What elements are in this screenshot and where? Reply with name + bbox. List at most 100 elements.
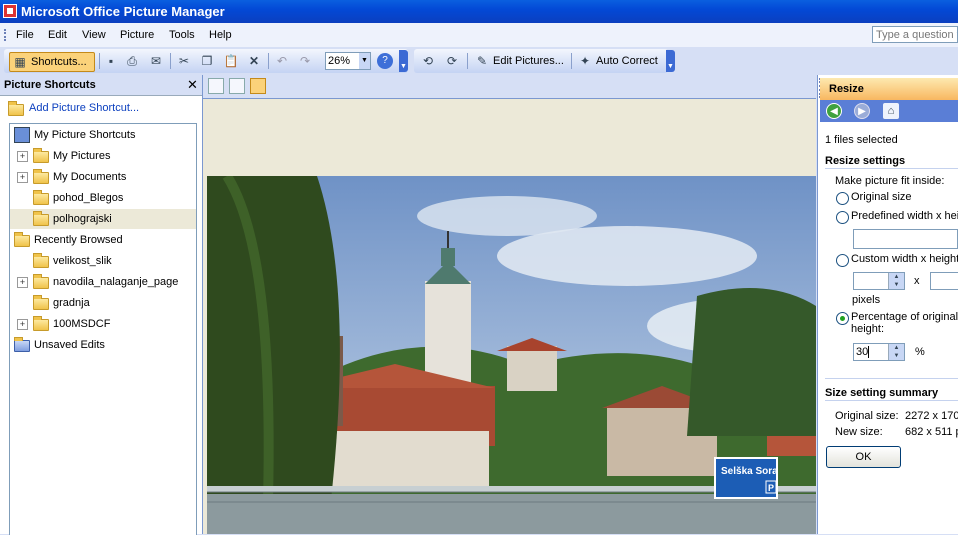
rotate-left-icon[interactable]: ⟲ xyxy=(420,53,436,69)
copy-icon[interactable]: ❐ xyxy=(199,53,215,69)
expand-icon[interactable]: + xyxy=(17,319,28,330)
tree-item-pohod-blegos[interactable]: pohod_Blegos xyxy=(10,188,196,208)
folder-icon xyxy=(33,148,49,163)
tree-item-velikost-slik[interactable]: velikost_slik xyxy=(10,251,196,271)
toolbar-separator xyxy=(268,53,269,69)
divider xyxy=(825,168,958,169)
tree-item-unsaved-edits[interactable]: Unsaved Edits xyxy=(10,335,196,355)
expand-icon[interactable]: + xyxy=(17,172,28,183)
menu-tools[interactable]: Tools xyxy=(169,29,195,41)
summary-heading: Size setting summary xyxy=(825,387,939,399)
pixels-label: pixels xyxy=(852,294,881,306)
divider xyxy=(825,400,958,401)
standard-toolbar: ▦ Shortcuts... ▪ ⎙ ✉ ✂ ❐ 📋 ✕ ↶ ↷ 26% ▼ ? xyxy=(4,49,408,73)
percentage-label-line1: Percentage of original xyxy=(851,311,958,323)
custom-size-label: Custom width x height xyxy=(851,253,958,265)
help-search-input[interactable]: Type a question f xyxy=(872,26,958,43)
chevron-down-icon[interactable]: ▼ xyxy=(359,53,370,69)
menu-help[interactable]: Help xyxy=(209,29,232,41)
folder-icon xyxy=(33,295,49,310)
toolbar-options-chevron-icon[interactable]: ▼ xyxy=(666,50,675,72)
custom-height-field[interactable] xyxy=(930,272,958,290)
radio-predefined-size[interactable] xyxy=(836,211,849,224)
divider xyxy=(825,378,958,379)
unsaved-edits-icon xyxy=(14,337,30,352)
back-icon[interactable]: ◀ xyxy=(826,103,842,119)
resize-pane-title: Resize xyxy=(829,83,864,95)
expand-icon[interactable]: + xyxy=(17,277,28,288)
view-mode-bar xyxy=(203,75,816,99)
resize-settings-heading: Resize settings xyxy=(825,155,906,167)
tree-item-100msdcf[interactable]: + 100MSDCF xyxy=(10,314,196,334)
menu-file[interactable]: File xyxy=(16,29,34,41)
original-size-label: Original size xyxy=(851,191,912,203)
radio-percentage[interactable] xyxy=(836,312,849,325)
help-icon[interactable]: ? xyxy=(377,53,393,69)
menu-edit[interactable]: Edit xyxy=(48,29,67,41)
parking-sign-text: P xyxy=(768,483,774,493)
percent-sign: % xyxy=(915,346,925,358)
folder-icon xyxy=(33,169,49,184)
tree-item-navodila[interactable]: + navodila_nalaganje_page xyxy=(10,272,196,292)
print-icon[interactable]: ⎙ xyxy=(124,53,140,69)
expand-icon[interactable]: + xyxy=(17,151,28,162)
rotate-right-icon[interactable]: ⟳ xyxy=(444,53,460,69)
pane-header: Picture Shortcuts ✕ xyxy=(0,75,202,96)
thumbnail-view-icon[interactable] xyxy=(208,78,224,94)
save-icon[interactable]: ▪ xyxy=(103,53,119,69)
width-stepper-icon[interactable]: ▲ ▼ xyxy=(888,273,904,289)
window-title: Microsoft Office Picture Manager xyxy=(21,4,225,19)
percentage-field[interactable]: 30 ▲ ▼ xyxy=(853,343,905,361)
original-size-key: Original size: xyxy=(835,410,899,422)
home-icon[interactable]: ⌂ xyxy=(883,103,899,119)
fit-inside-label: Make picture fit inside: xyxy=(835,175,945,187)
task-pane-nav: ◀ ▶ ⌂ xyxy=(820,100,958,122)
menu-bar: File Edit View Picture Tools Help Type a… xyxy=(0,23,958,47)
shortcuts-tree: My Picture Shortcuts + My Pictures + My … xyxy=(9,123,197,535)
shortcuts-icon: ▦ xyxy=(14,55,26,69)
delete-icon[interactable]: ✕ xyxy=(246,53,262,69)
recent-folder-icon xyxy=(14,232,30,247)
cut-icon[interactable]: ✂ xyxy=(176,53,192,69)
edit-pictures-button[interactable]: ✎ Edit Pictures... xyxy=(474,52,570,70)
menu-picture[interactable]: Picture xyxy=(120,29,154,41)
tree-item-gradnja[interactable]: gradnja xyxy=(10,293,196,313)
radio-custom-size[interactable] xyxy=(836,254,849,267)
percentage-stepper-icon[interactable]: ▲ ▼ xyxy=(888,344,904,360)
tree-item-recently-browsed[interactable]: Recently Browsed xyxy=(10,230,196,250)
toolbar: ▦ Shortcuts... ▪ ⎙ ✉ ✂ ❐ 📋 ✕ ↶ ↷ 26% ▼ ?… xyxy=(0,47,958,75)
toolbar-separator xyxy=(99,53,100,69)
paste-icon[interactable]: 📋 xyxy=(223,53,239,69)
road-sign-text: Selška Sora xyxy=(721,466,778,477)
custom-width-field[interactable]: ▲ ▼ xyxy=(853,272,905,290)
redo-icon[interactable]: ↷ xyxy=(297,53,313,69)
single-picture-view-icon[interactable] xyxy=(250,78,266,94)
forward-icon[interactable]: ▶ xyxy=(854,103,870,119)
folder-icon xyxy=(33,274,49,289)
predefined-size-select[interactable] xyxy=(853,229,958,249)
email-icon[interactable]: ✉ xyxy=(148,53,164,69)
files-selected-text: 1 files selected xyxy=(825,134,898,146)
zoom-select[interactable]: 26% ▼ xyxy=(325,52,371,70)
picture-preview: Selška Sora P xyxy=(207,176,816,534)
tree-item-my-picture-shortcuts[interactable]: My Picture Shortcuts xyxy=(10,125,196,145)
shortcuts-button[interactable]: ▦ Shortcuts... xyxy=(9,52,95,72)
add-picture-shortcut-link[interactable]: Add Picture Shortcut... xyxy=(8,100,198,118)
close-icon[interactable]: ✕ xyxy=(187,77,198,93)
ok-button[interactable]: OK xyxy=(826,446,901,468)
filmstrip-view-icon[interactable] xyxy=(229,78,245,94)
resize-pane-header: Resize xyxy=(820,78,958,100)
folder-icon xyxy=(33,190,49,205)
tree-item-my-pictures[interactable]: + My Pictures xyxy=(10,146,196,166)
tree-item-polhograjski[interactable]: polhograjski xyxy=(10,209,196,229)
menu-view[interactable]: View xyxy=(82,29,106,41)
pane-title: Picture Shortcuts xyxy=(4,79,96,91)
auto-correct-button[interactable]: ✦ Auto Correct xyxy=(577,52,663,70)
shortcuts-icon xyxy=(14,127,30,143)
radio-original-size[interactable] xyxy=(836,192,849,205)
menu-grip-icon xyxy=(4,29,9,41)
new-size-value: 682 x 511 p xyxy=(905,426,958,438)
undo-icon[interactable]: ↶ xyxy=(274,53,290,69)
toolbar-options-chevron-icon[interactable]: ▼ xyxy=(399,50,408,72)
tree-item-my-documents[interactable]: + My Documents xyxy=(10,167,196,187)
